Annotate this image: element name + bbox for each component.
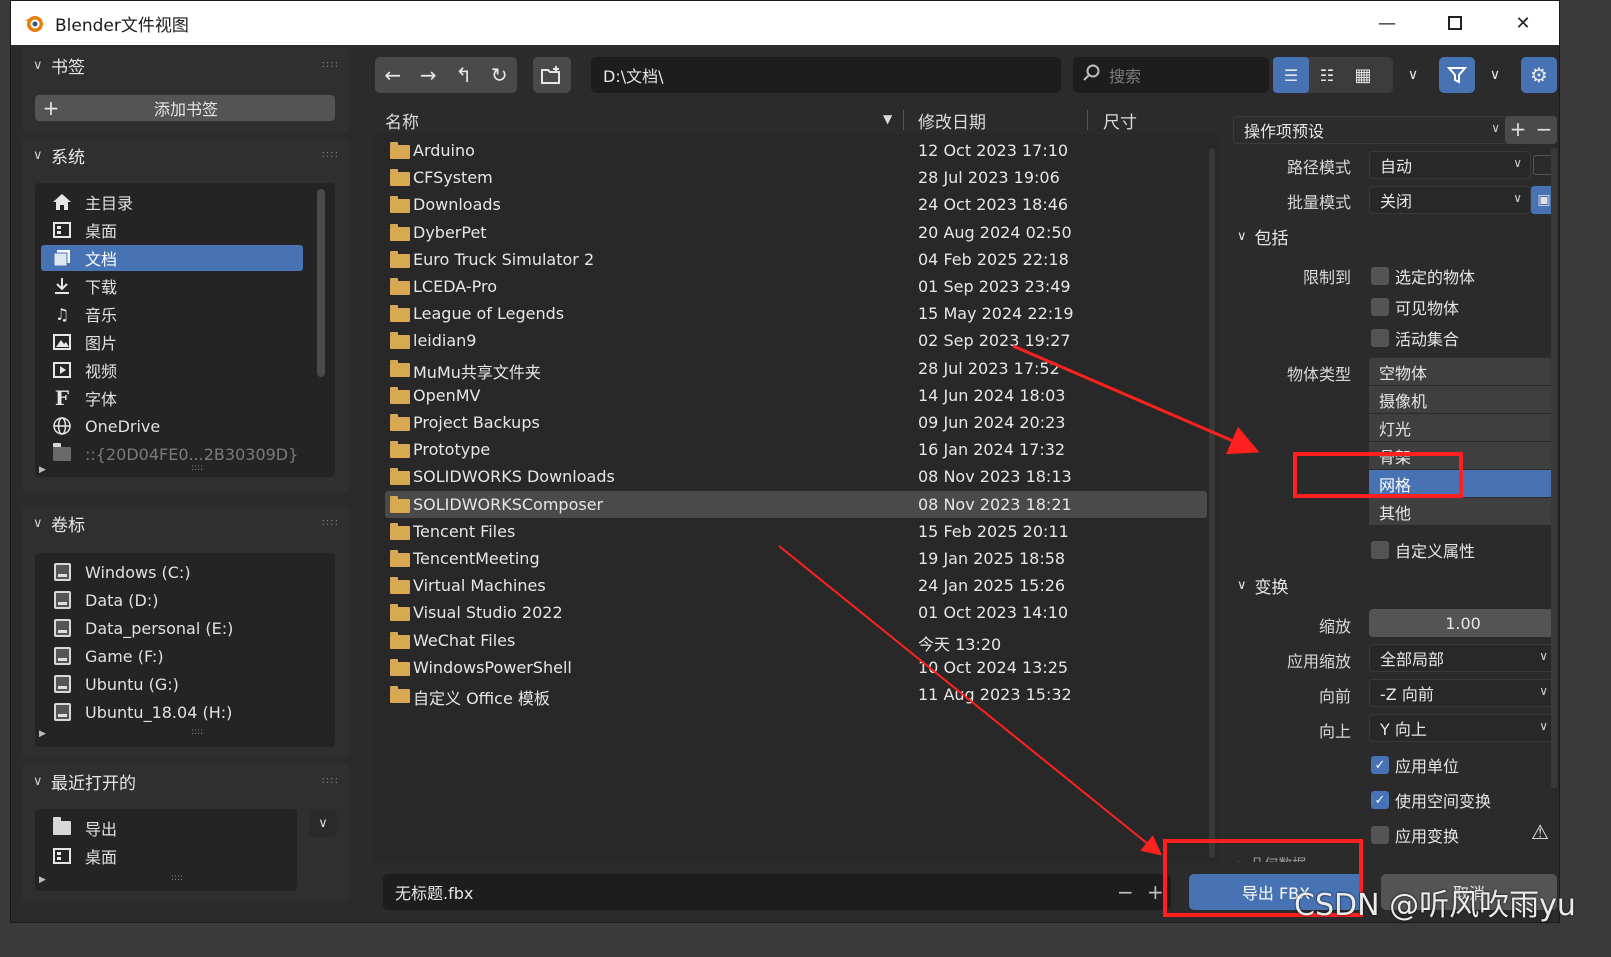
annotation-box-mesh [1293,452,1463,498]
blender-file-window: Blender文件视图 — ✕ ∨ 书签 :::: + 添加书签 ∨ 系统 ::… [10,0,1560,923]
csdn-watermark: CSDN @听风吹雨yu [1294,888,1576,923]
